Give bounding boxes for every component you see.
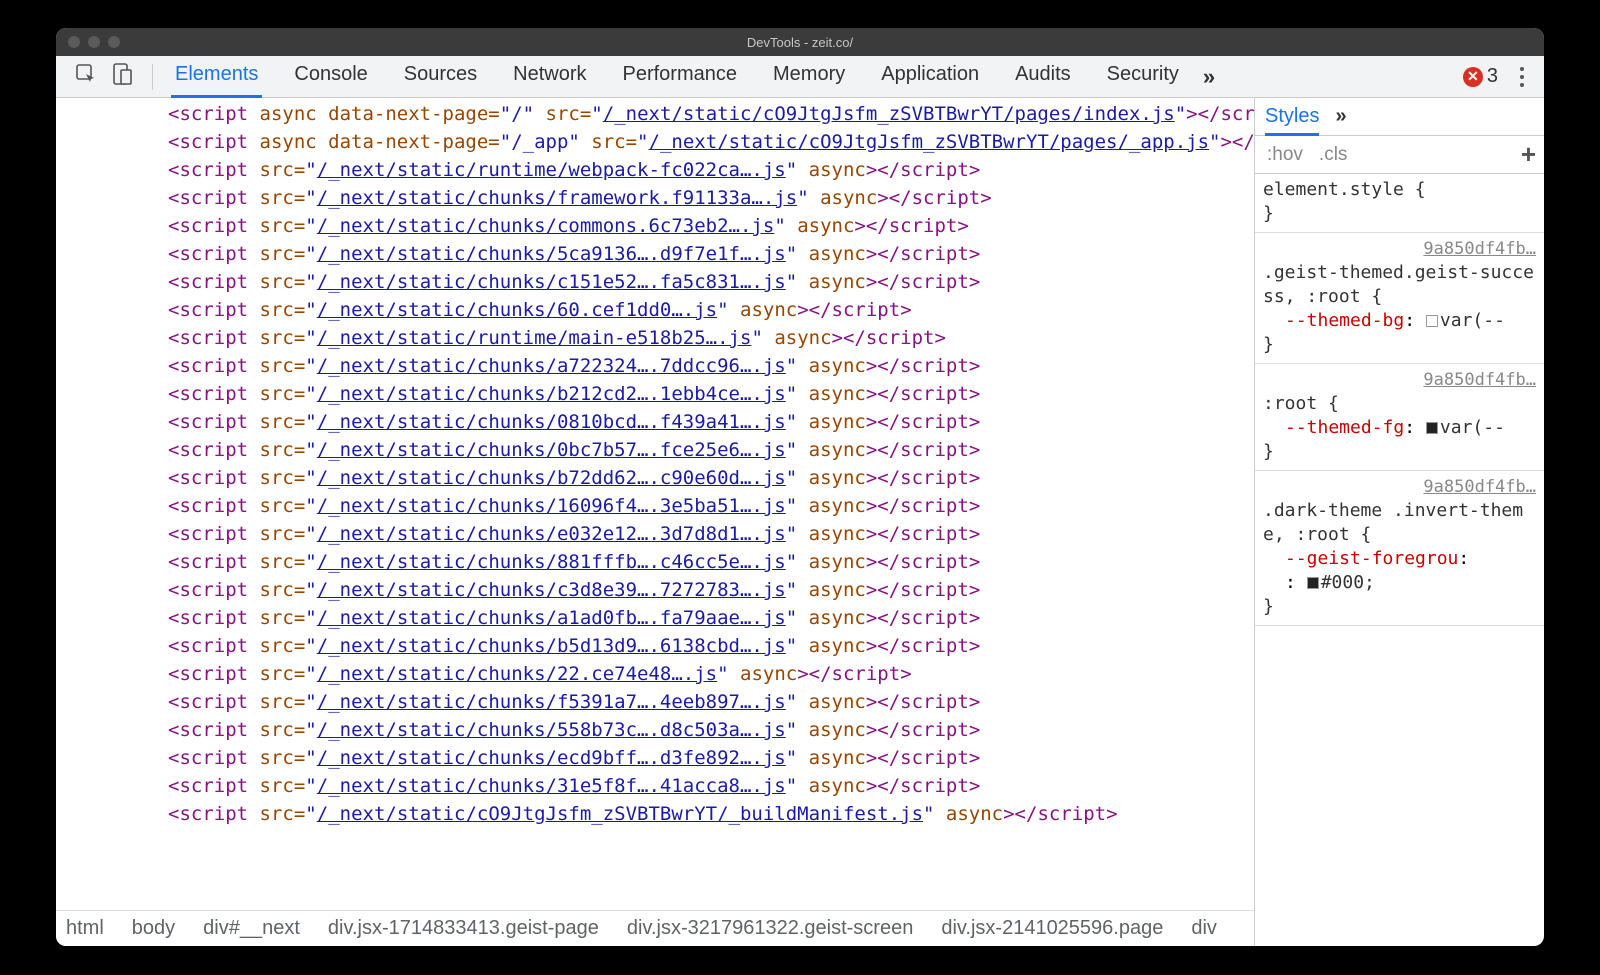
style-rule[interactable]: 9a850df4fb…:root {--themed-fg: var(--} (1255, 364, 1544, 471)
color-swatch[interactable] (1426, 315, 1438, 327)
breadcrumb-item[interactable]: div.jsx-1714833413.geist-page (328, 917, 599, 940)
styles-filter-row: :hov .cls + (1255, 136, 1544, 174)
dom-node[interactable]: <script src="/_next/static/chunks/5ca913… (68, 240, 1254, 268)
dom-node[interactable]: <script src="/_next/static/chunks/c3d8e3… (68, 576, 1254, 604)
dom-node[interactable]: <script src="/_next/static/chunks/common… (68, 212, 1254, 240)
styles-sidebar: Styles » :hov .cls + element.style {}9a8… (1254, 98, 1544, 946)
dom-node[interactable]: <script src="/_next/static/chunks/e032e1… (68, 520, 1254, 548)
dom-node[interactable]: <script src="/_next/static/chunks/ecd9bf… (68, 744, 1254, 772)
window-traffic-lights (56, 36, 120, 48)
css-property[interactable]: --geist-foregrou: (1263, 547, 1536, 571)
color-swatch[interactable] (1426, 422, 1438, 434)
css-property-cont: : #000; (1263, 571, 1536, 595)
dom-node[interactable]: <script src="/_next/static/chunks/0810bc… (68, 408, 1254, 436)
tab-console[interactable]: Console (290, 55, 371, 98)
style-rules-list[interactable]: element.style {}9a850df4fb….geist-themed… (1255, 174, 1544, 946)
error-count: 3 (1487, 65, 1498, 88)
dom-node[interactable]: <script src="/_next/static/chunks/b212cd… (68, 380, 1254, 408)
tab-network[interactable]: Network (509, 55, 590, 98)
rule-source-link[interactable]: 9a850df4fb… (1263, 237, 1536, 261)
tab-elements[interactable]: Elements (171, 55, 262, 98)
zoom-window-button[interactable] (108, 36, 120, 48)
hover-toggle-button[interactable]: :hov (1263, 142, 1307, 168)
new-rule-icon[interactable]: + (1521, 139, 1536, 170)
css-property[interactable]: --themed-fg: var(-- (1263, 416, 1536, 440)
dom-node[interactable]: <script src="/_next/static/chunks/a1ad0f… (68, 604, 1254, 632)
rule-selector[interactable]: :root { (1263, 392, 1536, 416)
tab-styles[interactable]: Styles (1265, 105, 1319, 136)
elements-panel: <script async data-next-page="/" src="/_… (56, 98, 1254, 946)
dom-node[interactable]: <script src="/_next/static/chunks/881fff… (68, 548, 1254, 576)
breadcrumb-item[interactable]: html (66, 917, 104, 940)
inspect-element-icon[interactable] (74, 62, 98, 91)
dom-node[interactable]: <script src="/_next/static/chunks/f5391a… (68, 688, 1254, 716)
rule-selector[interactable]: element.style { (1263, 178, 1536, 202)
breadcrumb-bar: html body div#__next div.jsx-1714833413.gei… (56, 910, 1254, 946)
tabs-overflow-icon[interactable]: » (1203, 64, 1215, 90)
dom-node[interactable]: <script src="/_next/static/chunks/b72dd6… (68, 464, 1254, 492)
window-titlebar[interactable]: DevTools - zeit.co/ (56, 28, 1544, 56)
dom-node[interactable]: <script src="/_next/static/cO9JtgJsfm_zS… (68, 800, 1254, 828)
tab-performance[interactable]: Performance (619, 55, 742, 98)
close-window-button[interactable] (68, 36, 80, 48)
tab-sources[interactable]: Sources (400, 55, 481, 98)
style-rule[interactable]: element.style {} (1255, 174, 1544, 233)
dom-tree[interactable]: <script async data-next-page="/" src="/_… (56, 98, 1254, 910)
devtools-window: DevTools - zeit.co/ Elements Console Sourc… (56, 28, 1544, 946)
device-toggle-icon[interactable] (110, 62, 134, 91)
dom-node[interactable]: <script src="/_next/static/chunks/framew… (68, 184, 1254, 212)
breadcrumb-item[interactable]: div.jsx-2141025596.page (941, 917, 1163, 940)
rule-source-link[interactable]: 9a850df4fb… (1263, 368, 1536, 392)
tab-security[interactable]: Security (1103, 55, 1183, 98)
tab-audits[interactable]: Audits (1011, 55, 1075, 98)
dom-node[interactable]: <script async data-next-page="/" src="/_… (68, 100, 1254, 128)
error-icon: ✕ (1463, 67, 1483, 87)
settings-menu-icon[interactable] (1516, 63, 1528, 91)
error-count-badge[interactable]: ✕ 3 (1463, 65, 1498, 88)
minimize-window-button[interactable] (88, 36, 100, 48)
dom-node[interactable]: <script src="/_next/static/chunks/a72232… (68, 352, 1254, 380)
dom-node[interactable]: <script src="/_next/static/runtime/main-… (68, 324, 1254, 352)
dom-node[interactable]: <script src="/_next/static/chunks/31e5f8… (68, 772, 1254, 800)
window-title: DevTools - zeit.co/ (747, 35, 853, 50)
style-rule[interactable]: 9a850df4fb….geist-themed.geist-success, … (1255, 233, 1544, 364)
breadcrumb-item[interactable]: div (1191, 917, 1217, 940)
breadcrumb-item[interactable]: div.jsx-3217961322.geist-screen (627, 917, 913, 940)
color-swatch[interactable] (1307, 577, 1319, 589)
styles-tabs-overflow-icon[interactable]: » (1335, 105, 1346, 128)
style-rule[interactable]: 9a850df4fb….dark-theme .invert-theme, :r… (1255, 471, 1544, 626)
dom-node[interactable]: <script src="/_next/static/chunks/c151e5… (68, 268, 1254, 296)
toolbar-separator (152, 64, 153, 90)
rule-source-link[interactable]: 9a850df4fb… (1263, 475, 1536, 499)
dom-node[interactable]: <script src="/_next/static/runtime/webpa… (68, 156, 1254, 184)
content-area: <script async data-next-page="/" src="/_… (56, 98, 1544, 946)
breadcrumb-item[interactable]: body (132, 917, 175, 940)
css-property[interactable]: --themed-bg: var(-- (1263, 309, 1536, 333)
tab-application[interactable]: Application (877, 55, 983, 98)
styles-tabs: Styles » (1255, 98, 1544, 136)
rule-selector[interactable]: .geist-themed.geist-success, :root { (1263, 261, 1536, 309)
panel-tabs: Elements Console Sources Network Performance… (171, 55, 1183, 98)
dom-node[interactable]: <script src="/_next/static/chunks/22.ce7… (68, 660, 1254, 688)
rule-selector[interactable]: .dark-theme .invert-theme, :root { (1263, 499, 1536, 547)
dom-node[interactable]: <script src="/_next/static/chunks/558b73… (68, 716, 1254, 744)
dom-node[interactable]: <script src="/_next/static/chunks/60.cef… (68, 296, 1254, 324)
dom-node[interactable]: <script src="/_next/static/chunks/b5d13d… (68, 632, 1254, 660)
main-toolbar: Elements Console Sources Network Performance… (56, 56, 1544, 98)
breadcrumb-item[interactable]: div#__next (203, 917, 300, 940)
dom-node[interactable]: <script async data-next-page="/_app" src… (68, 128, 1254, 156)
cls-toggle-button[interactable]: .cls (1315, 142, 1352, 168)
dom-node[interactable]: <script src="/_next/static/chunks/0bc7b5… (68, 436, 1254, 464)
tab-memory[interactable]: Memory (769, 55, 849, 98)
dom-node[interactable]: <script src="/_next/static/chunks/16096f… (68, 492, 1254, 520)
